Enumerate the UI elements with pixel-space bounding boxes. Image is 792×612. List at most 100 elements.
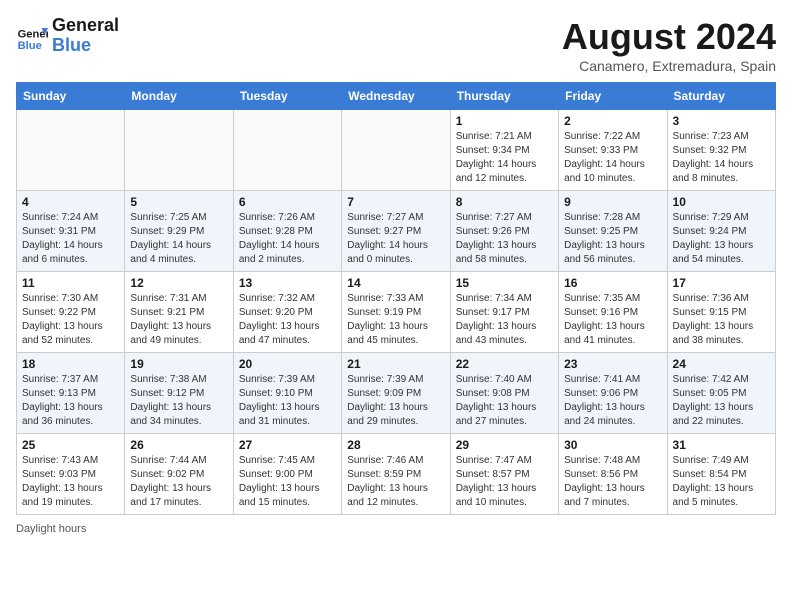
day-info: Sunrise: 7:24 AM Sunset: 9:31 PM Dayligh… xyxy=(22,211,119,267)
calendar-cell: 1Sunrise: 7:21 AM Sunset: 9:34 PM Daylig… xyxy=(450,110,558,191)
calendar-cell: 31 Sunrise: 7:49 AM Sunset: 8:54 PM Dayli… xyxy=(667,434,775,515)
calendar-cell: 13 Sunrise: 7:32 AM Sunset: 9:20 PM Dayli… xyxy=(233,272,341,353)
day-number: 28 xyxy=(347,438,444,452)
day-number: 3 xyxy=(673,114,770,128)
day-info: Sunrise: 7:39 AM Sunset: 9:09 PM Dayligh… xyxy=(347,373,444,429)
calendar-cell: 11Sunrise: 7:30 AM Sunset: 9:22 PM Dayli… xyxy=(17,272,125,353)
subtitle: Canamero, Extremadura, Spain xyxy=(562,58,776,74)
day-number: 12 xyxy=(130,276,227,290)
day-info: Sunrise: 7:42 AM Sunset: 9:05 PM Dayligh… xyxy=(673,373,770,429)
day-number: 24 xyxy=(673,357,770,371)
day-info: Sunrise: 7:32 AM Sunset: 9:20 PM Dayligh… xyxy=(239,292,336,348)
day-number: 13 xyxy=(239,276,336,290)
calendar-cell: 16 Sunrise: 7:35 AM Sunset: 9:16 PM Dayli… xyxy=(559,272,667,353)
day-info: Sunrise: 7:45 AM Sunset: 9:00 PM Dayligh… xyxy=(239,454,336,510)
day-number: 21 xyxy=(347,357,444,371)
day-info: Sunrise: 7:27 AM Sunset: 9:27 PM Dayligh… xyxy=(347,211,444,267)
day-info: Sunrise: 7:46 AM Sunset: 8:59 PM Dayligh… xyxy=(347,454,444,510)
day-number: 17 xyxy=(673,276,770,290)
day-number: 30 xyxy=(564,438,661,452)
col-header-tuesday: Tuesday xyxy=(233,83,341,110)
col-header-monday: Monday xyxy=(125,83,233,110)
day-info: Sunrise: 7:25 AM Sunset: 9:29 PM Dayligh… xyxy=(130,211,227,267)
day-info: Sunrise: 7:40 AM Sunset: 9:08 PM Dayligh… xyxy=(456,373,553,429)
calendar-cell: 10 Sunrise: 7:29 AM Sunset: 9:24 PM Dayli… xyxy=(667,191,775,272)
logo: General Blue General Blue xyxy=(16,16,119,56)
calendar-cell xyxy=(233,110,341,191)
day-info: Sunrise: 7:31 AM Sunset: 9:21 PM Dayligh… xyxy=(130,292,227,348)
day-number: 19 xyxy=(130,357,227,371)
day-info: Sunrise: 7:36 AM Sunset: 9:15 PM Dayligh… xyxy=(673,292,770,348)
day-number: 16 xyxy=(564,276,661,290)
day-info: Sunrise: 7:33 AM Sunset: 9:19 PM Dayligh… xyxy=(347,292,444,348)
calendar-cell: 30Sunrise: 7:48 AM Sunset: 8:56 PM Dayli… xyxy=(559,434,667,515)
calendar-cell: 14Sunrise: 7:33 AM Sunset: 9:19 PM Dayli… xyxy=(342,272,450,353)
day-number: 18 xyxy=(22,357,119,371)
day-number: 20 xyxy=(239,357,336,371)
day-number: 31 xyxy=(673,438,770,452)
day-info: Sunrise: 7:38 AM Sunset: 9:12 PM Dayligh… xyxy=(130,373,227,429)
day-number: 7 xyxy=(347,195,444,209)
calendar-cell: 4 Sunrise: 7:24 AM Sunset: 9:31 PM Daylig… xyxy=(17,191,125,272)
day-info: Sunrise: 7:41 AM Sunset: 9:06 PM Dayligh… xyxy=(564,373,661,429)
day-info: Sunrise: 7:21 AM Sunset: 9:34 PM Dayligh… xyxy=(456,130,553,186)
day-info: Sunrise: 7:29 AM Sunset: 9:24 PM Dayligh… xyxy=(673,211,770,267)
calendar-cell: 9Sunrise: 7:28 AM Sunset: 9:25 PM Daylig… xyxy=(559,191,667,272)
week-row-3: 11Sunrise: 7:30 AM Sunset: 9:22 PM Dayli… xyxy=(17,272,776,353)
calendar-cell: 20Sunrise: 7:39 AM Sunset: 9:10 PM Dayli… xyxy=(233,353,341,434)
col-header-wednesday: Wednesday xyxy=(342,83,450,110)
day-info: Sunrise: 7:34 AM Sunset: 9:17 PM Dayligh… xyxy=(456,292,553,348)
week-row-1: 1Sunrise: 7:21 AM Sunset: 9:34 PM Daylig… xyxy=(17,110,776,191)
calendar-cell: 3 Sunrise: 7:23 AM Sunset: 9:32 PM Daylig… xyxy=(667,110,775,191)
logo-text: General Blue xyxy=(52,16,119,56)
calendar-header-row: SundayMondayTuesdayWednesdayThursdayFrid… xyxy=(17,83,776,110)
calendar-cell: 6Sunrise: 7:26 AM Sunset: 9:28 PM Daylig… xyxy=(233,191,341,272)
calendar-cell: 29 Sunrise: 7:47 AM Sunset: 8:57 PM Dayli… xyxy=(450,434,558,515)
calendar-cell xyxy=(17,110,125,191)
calendar-cell: 15 Sunrise: 7:34 AM Sunset: 9:17 PM Dayli… xyxy=(450,272,558,353)
day-info: Sunrise: 7:44 AM Sunset: 9:02 PM Dayligh… xyxy=(130,454,227,510)
day-number: 27 xyxy=(239,438,336,452)
calendar-cell: 7 Sunrise: 7:27 AM Sunset: 9:27 PM Daylig… xyxy=(342,191,450,272)
day-number: 29 xyxy=(456,438,553,452)
day-info: Sunrise: 7:35 AM Sunset: 9:16 PM Dayligh… xyxy=(564,292,661,348)
calendar-cell: 2Sunrise: 7:22 AM Sunset: 9:33 PM Daylig… xyxy=(559,110,667,191)
title-block: August 2024 Canamero, Extremadura, Spain xyxy=(562,16,776,74)
calendar-cell: 21 Sunrise: 7:39 AM Sunset: 9:09 PM Dayli… xyxy=(342,353,450,434)
day-number: 2 xyxy=(564,114,661,128)
day-number: 15 xyxy=(456,276,553,290)
footer-note: Daylight hours xyxy=(16,523,776,535)
logo-icon: General Blue xyxy=(16,20,48,52)
calendar-cell: 22 Sunrise: 7:40 AM Sunset: 9:08 PM Dayli… xyxy=(450,353,558,434)
calendar-cell: 27 Sunrise: 7:45 AM Sunset: 9:00 PM Dayli… xyxy=(233,434,341,515)
day-info: Sunrise: 7:23 AM Sunset: 9:32 PM Dayligh… xyxy=(673,130,770,186)
calendar-cell xyxy=(125,110,233,191)
calendar-cell xyxy=(342,110,450,191)
calendar-cell: 23 Sunrise: 7:41 AM Sunset: 9:06 PM Dayli… xyxy=(559,353,667,434)
calendar-cell: 28 Sunrise: 7:46 AM Sunset: 8:59 PM Dayli… xyxy=(342,434,450,515)
week-row-4: 18Sunrise: 7:37 AM Sunset: 9:13 PM Dayli… xyxy=(17,353,776,434)
day-info: Sunrise: 7:27 AM Sunset: 9:26 PM Dayligh… xyxy=(456,211,553,267)
calendar-cell: 12 Sunrise: 7:31 AM Sunset: 9:21 PM Dayli… xyxy=(125,272,233,353)
day-number: 22 xyxy=(456,357,553,371)
day-number: 8 xyxy=(456,195,553,209)
day-info: Sunrise: 7:28 AM Sunset: 9:25 PM Dayligh… xyxy=(564,211,661,267)
day-info: Sunrise: 7:47 AM Sunset: 8:57 PM Dayligh… xyxy=(456,454,553,510)
day-number: 23 xyxy=(564,357,661,371)
day-info: Sunrise: 7:43 AM Sunset: 9:03 PM Dayligh… xyxy=(22,454,119,510)
day-info: Sunrise: 7:30 AM Sunset: 9:22 PM Dayligh… xyxy=(22,292,119,348)
day-number: 5 xyxy=(130,195,227,209)
calendar-cell: 5 Sunrise: 7:25 AM Sunset: 9:29 PM Daylig… xyxy=(125,191,233,272)
col-header-saturday: Saturday xyxy=(667,83,775,110)
col-header-friday: Friday xyxy=(559,83,667,110)
week-row-5: 25 Sunrise: 7:43 AM Sunset: 9:03 PM Dayli… xyxy=(17,434,776,515)
day-number: 10 xyxy=(673,195,770,209)
col-header-thursday: Thursday xyxy=(450,83,558,110)
day-number: 4 xyxy=(22,195,119,209)
day-info: Sunrise: 7:26 AM Sunset: 9:28 PM Dayligh… xyxy=(239,211,336,267)
col-header-sunday: Sunday xyxy=(17,83,125,110)
main-title: August 2024 xyxy=(562,16,776,58)
day-info: Sunrise: 7:49 AM Sunset: 8:54 PM Dayligh… xyxy=(673,454,770,510)
page-header: General Blue General Blue August 2024 Ca… xyxy=(16,16,776,74)
day-number: 25 xyxy=(22,438,119,452)
